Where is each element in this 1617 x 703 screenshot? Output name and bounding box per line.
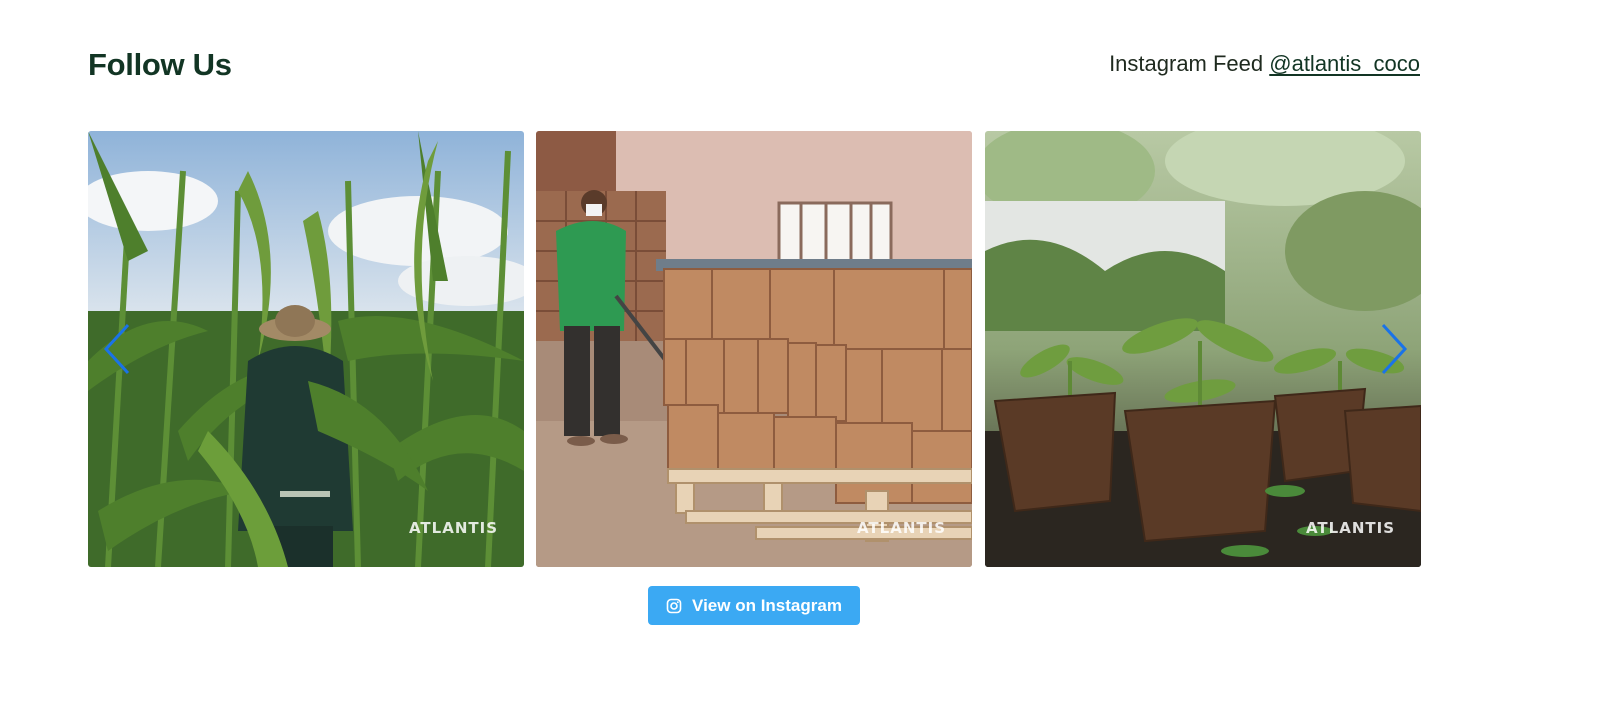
instagram-handle-link[interactable]: @atlantis_coco: [1269, 51, 1420, 76]
chevron-right-icon: [1381, 323, 1408, 375]
feed-prefix: Instagram Feed: [1109, 51, 1270, 76]
carousel-next-button[interactable]: [1377, 319, 1411, 379]
atlantis-watermark: ATLANTIS: [408, 519, 498, 537]
instagram-carousel: ATLANTIS ATLANTIS ATLANTIS: [88, 131, 1421, 567]
chevron-left-icon: [103, 323, 130, 375]
instagram-icon: [666, 598, 682, 613]
seedlings-image: [985, 131, 1421, 567]
instagram-feed-line: Instagram Feed @atlantis_coco: [1109, 51, 1420, 77]
carousel-prev-button[interactable]: [100, 319, 134, 379]
corn-field-image: [88, 131, 524, 567]
view-on-instagram-label: View on Instagram: [692, 595, 842, 615]
instagram-post-corn-field[interactable]: ATLANTIS: [88, 131, 524, 567]
atlantis-watermark: ATLANTIS: [856, 519, 946, 537]
instagram-post-seedlings[interactable]: ATLANTIS: [985, 131, 1421, 567]
atlantis-watermark: ATLANTIS: [1305, 519, 1395, 537]
instagram-post-coir-blocks[interactable]: ATLANTIS: [536, 131, 972, 567]
follow-us-section: Follow Us Instagram Feed @atlantis_coco: [0, 0, 1617, 703]
view-on-instagram-button[interactable]: View on Instagram: [648, 586, 860, 625]
coir-blocks-image: [536, 131, 972, 567]
section-title: Follow Us: [88, 47, 232, 82]
